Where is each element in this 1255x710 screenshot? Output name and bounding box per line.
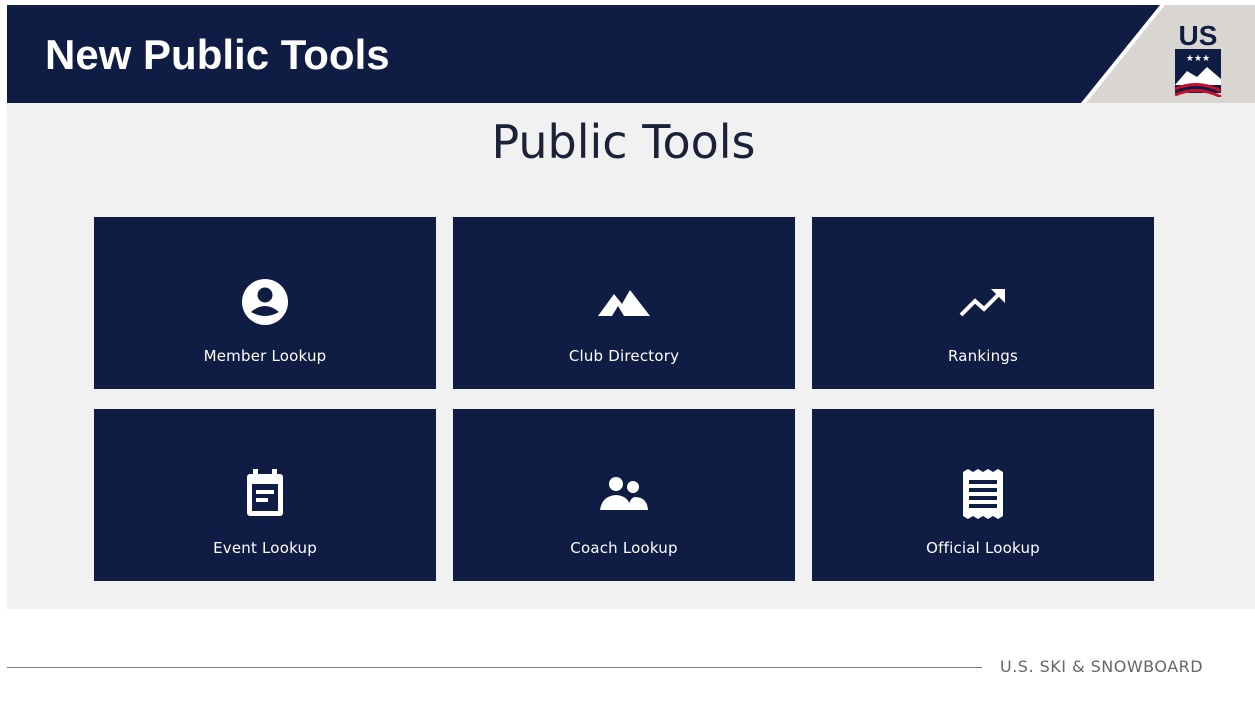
footer-brand: U.S. SKI & SNOWBOARD: [1000, 657, 1204, 676]
footer-divider: [7, 667, 982, 668]
member-lookup-label: Member Lookup: [203, 347, 327, 365]
event-lookup-label: Event Lookup: [213, 539, 317, 557]
event-lookup-tile[interactable]: Event Lookup: [94, 409, 436, 581]
rankings-label: Rankings: [947, 347, 1019, 365]
trending-up-icon: [812, 277, 1154, 327]
calendar-icon: [94, 469, 436, 519]
page-title: New Public Tools: [45, 31, 390, 78]
coach-lookup-label: Coach Lookup: [570, 539, 678, 557]
section-heading: Public Tools: [491, 115, 756, 169]
people-icon: [453, 469, 795, 519]
person-circle-icon: [94, 277, 436, 327]
svg-text:★★★: ★★★: [1186, 54, 1210, 64]
us-ski-logo: US ★★★: [1174, 20, 1222, 97]
coach-lookup-tile[interactable]: Coach Lookup: [453, 409, 795, 581]
svg-text:US: US: [1179, 20, 1218, 51]
receipt-icon: [812, 469, 1154, 519]
member-lookup-tile[interactable]: Member Lookup: [94, 217, 436, 389]
official-lookup-tile[interactable]: Official Lookup: [812, 409, 1154, 581]
club-directory-tile[interactable]: Club Directory: [453, 217, 795, 389]
header-banner: New Public Tools US ★★★: [7, 5, 1255, 103]
logo-background: [1085, 5, 1255, 103]
club-directory-label: Club Directory: [568, 347, 680, 365]
tools-panel: Public Tools Member Lookup Club Director…: [7, 103, 1255, 609]
rankings-tile[interactable]: Rankings: [812, 217, 1154, 389]
official-lookup-label: Official Lookup: [926, 539, 1040, 557]
mountain-icon: [453, 277, 795, 327]
